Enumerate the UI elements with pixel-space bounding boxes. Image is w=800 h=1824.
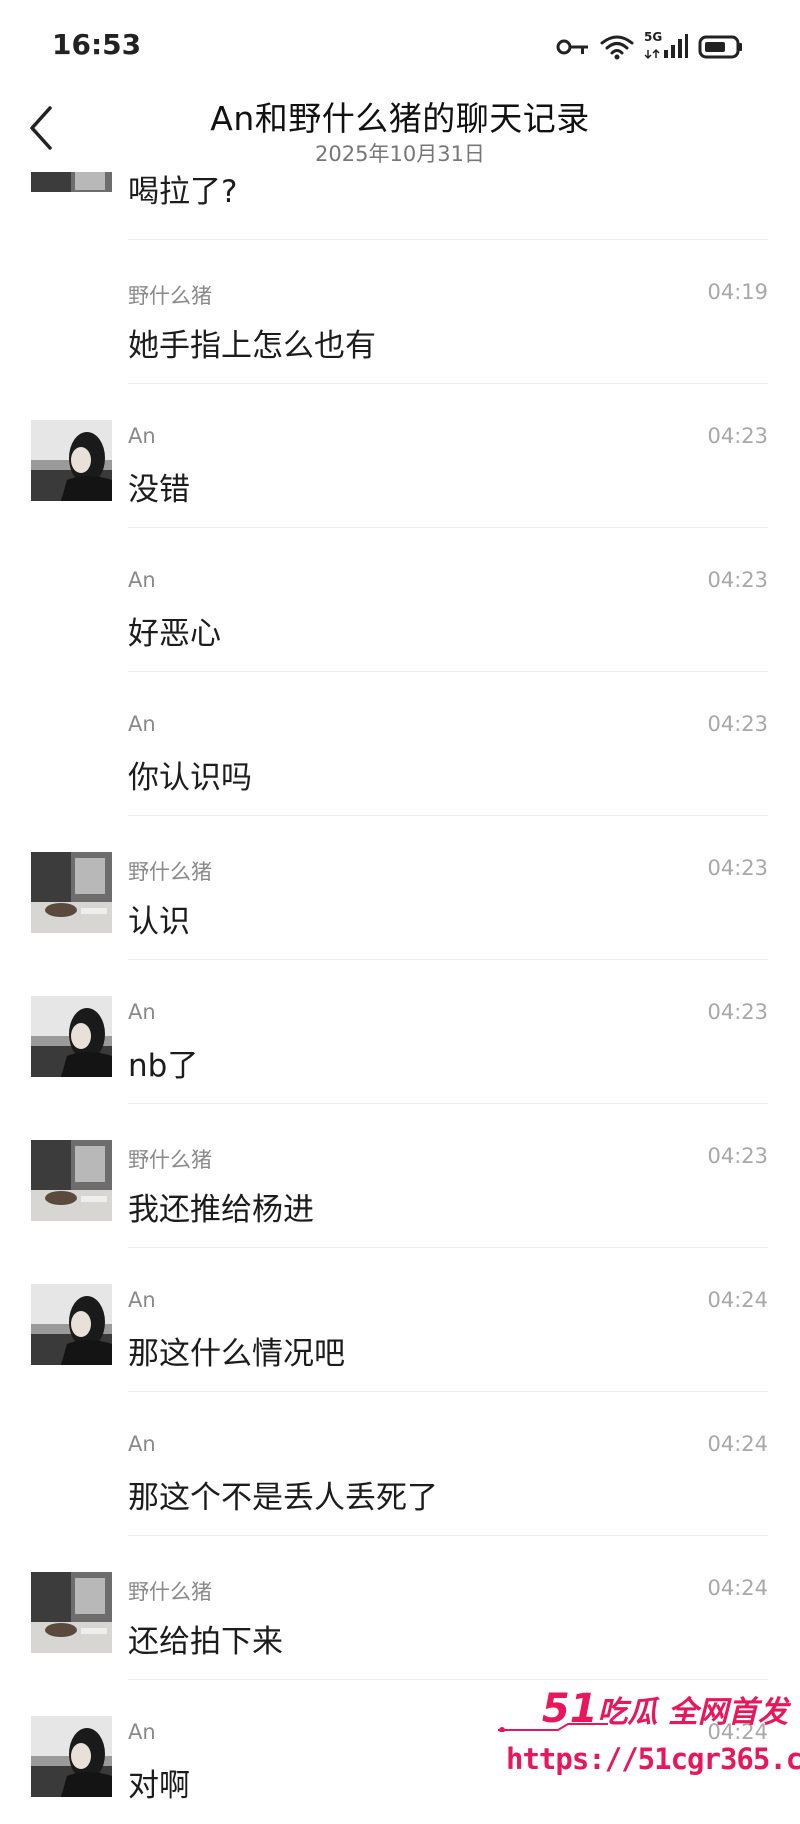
wifi-icon xyxy=(600,33,634,61)
message-text: 喝拉了? xyxy=(128,174,238,210)
page-title: An和野什么猪的聊天记录 xyxy=(210,99,590,138)
message-item[interactable]: An 04:23 你认识吗 xyxy=(0,672,800,816)
message-text: 对啊 xyxy=(128,1768,190,1804)
sender-name: An xyxy=(128,1288,156,1312)
avatar-an[interactable] xyxy=(31,1284,112,1365)
message-text: 好恶心 xyxy=(128,616,221,652)
message-item[interactable]: 野什么猪 04:24 还给拍下来 xyxy=(0,1536,800,1680)
watermark-number: 51 xyxy=(541,1686,598,1732)
message-list[interactable]: 喝拉了? 野什么猪 04:19 她手指上怎么也有 An 04:23 没错 An … xyxy=(0,148,800,1824)
sender-name: 野什么猪 xyxy=(128,284,212,308)
network-label: 5G xyxy=(644,30,663,44)
sender-name: An xyxy=(128,1720,156,1744)
message-text: 没错 xyxy=(128,472,190,508)
message-item[interactable]: An 04:24 那这个不是丢人丢死了 xyxy=(0,1392,800,1536)
avatar-yeshenmezhu[interactable] xyxy=(31,852,112,933)
message-text: 我还推给杨进 xyxy=(128,1192,314,1228)
sender-name: An xyxy=(128,424,156,448)
message-time: 04:24 xyxy=(707,1288,768,1312)
message-item[interactable]: An 04:24 那这什么情况吧 xyxy=(0,1248,800,1392)
message-text: 还给拍下来 xyxy=(128,1624,283,1660)
message-item[interactable]: An 04:23 没错 xyxy=(0,384,800,528)
sender-name: 野什么猪 xyxy=(128,1148,212,1172)
watermark: 51吃瓜 全网首发 https://51cgr365.com xyxy=(498,1686,800,1786)
message-time: 04:23 xyxy=(707,1144,768,1168)
watermark-title: 51吃瓜 全网首发 xyxy=(542,1686,788,1732)
message-item[interactable]: 野什么猪 04:23 认识 xyxy=(0,816,800,960)
message-text: 那这个不是丢人丢死了 xyxy=(128,1480,438,1516)
avatar-yeshenmezhu[interactable] xyxy=(31,1140,112,1221)
message-text: nb了 xyxy=(128,1048,199,1084)
message-time: 04:24 xyxy=(707,1432,768,1456)
watermark-text: 吃瓜 全网首发 xyxy=(597,1695,788,1730)
avatar-an[interactable] xyxy=(31,1716,112,1797)
message-text: 你认识吗 xyxy=(128,760,252,796)
page-date: 2025年10月31日 xyxy=(315,142,485,166)
key-icon xyxy=(556,37,590,57)
message-text: 认识 xyxy=(128,904,190,940)
message-time: 04:23 xyxy=(707,712,768,736)
message-item[interactable]: An 04:23 好恶心 xyxy=(0,528,800,672)
avatar-an[interactable] xyxy=(31,996,112,1077)
sender-name: An xyxy=(128,568,156,592)
message-item[interactable]: 野什么猪 04:23 我还推给杨进 xyxy=(0,1104,800,1248)
message-time: 04:23 xyxy=(707,424,768,448)
sender-name: 野什么猪 xyxy=(128,860,212,884)
sender-name: An xyxy=(128,1000,156,1024)
message-item[interactable]: 野什么猪 04:19 她手指上怎么也有 xyxy=(0,240,800,384)
avatar-an[interactable] xyxy=(31,420,112,501)
message-time: 04:19 xyxy=(707,280,768,304)
message-time: 04:23 xyxy=(707,856,768,880)
status-bar: 16:53 5G xyxy=(0,0,800,92)
sender-name: 野什么猪 xyxy=(128,1580,212,1604)
message-text: 那这什么情况吧 xyxy=(128,1336,345,1372)
status-time: 16:53 xyxy=(52,28,142,61)
avatar-yeshenmezhu[interactable] xyxy=(31,1572,112,1653)
sender-name: An xyxy=(128,1432,156,1456)
sender-name: An xyxy=(128,712,156,736)
message-time: 04:23 xyxy=(707,568,768,592)
chat-history-header: An和野什么猪的聊天记录 2025年10月31日 xyxy=(0,92,800,172)
status-icons: 5G xyxy=(556,30,744,64)
message-text: 她手指上怎么也有 xyxy=(128,328,376,364)
message-item[interactable]: An 04:23 nb了 xyxy=(0,960,800,1104)
signal-icon: 5G xyxy=(644,30,688,62)
message-time: 04:24 xyxy=(707,1576,768,1600)
watermark-url: https://51cgr365.com xyxy=(506,1742,800,1776)
message-time: 04:23 xyxy=(707,1000,768,1024)
battery-icon xyxy=(698,34,744,60)
